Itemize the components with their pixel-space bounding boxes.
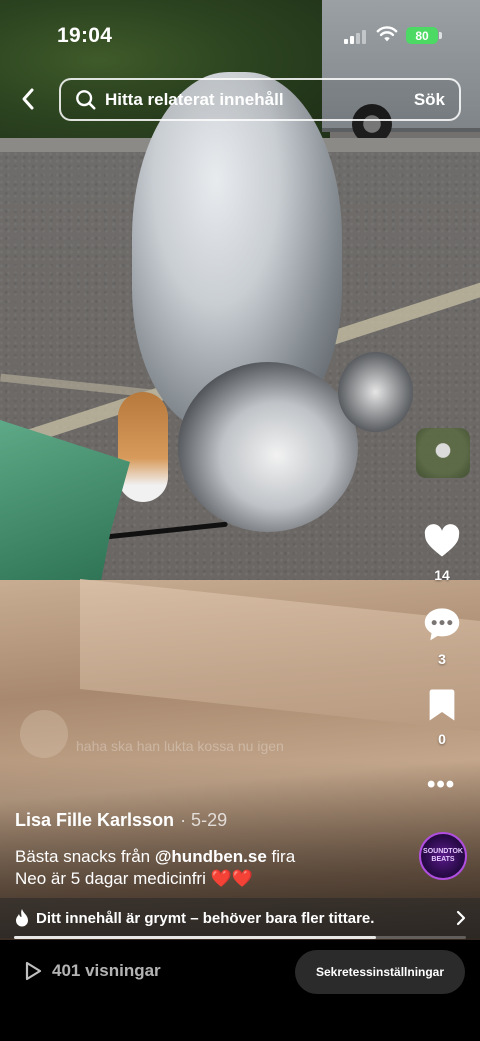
author-name[interactable]: Lisa Fille Karlsson: [15, 810, 174, 830]
floating-comment: haha ska han lukta kossa nu igen: [20, 710, 380, 780]
battery-tip: [439, 32, 442, 39]
dog-subject: [118, 72, 418, 542]
caption-text-end: fira: [266, 847, 296, 866]
battery-icon: 80: [406, 27, 438, 44]
search-bar[interactable]: Hitta relaterat innehåll Sök: [59, 78, 461, 121]
caption-hearts: ❤️❤️: [210, 869, 253, 888]
post-date: · 5-29: [180, 810, 228, 830]
bottom-bar: 401 visningar Sekretessinställningar: [0, 940, 480, 1041]
related-thumbnail[interactable]: [416, 428, 470, 478]
wifi-icon: [376, 26, 398, 42]
status-time: 19:04: [57, 24, 113, 47]
save-count: 0: [438, 731, 446, 747]
privacy-settings-button[interactable]: Sekretessinställningar: [295, 950, 465, 994]
views-count: 401 visningar: [52, 961, 161, 980]
floating-comment-text: haha ska han lukta kossa nu igen: [76, 738, 284, 754]
like-button[interactable]: 14: [412, 524, 472, 583]
promote-text: Ditt innehåll är grymt – behöver bara fl…: [36, 909, 375, 927]
signal-icon: [344, 28, 366, 44]
back-arrow-icon: [22, 88, 34, 110]
post-caption: Bästa snacks från @hundben.se fira Neo ä…: [15, 846, 405, 890]
playback-progress-fill: [14, 936, 376, 939]
dog-leg: [118, 392, 168, 502]
dog-head: [178, 362, 358, 532]
music-disc[interactable]: SOUNDTOK BEATS: [419, 832, 467, 880]
comment-avatar: [20, 710, 68, 758]
comment-icon: [424, 608, 460, 641]
back-button[interactable]: [14, 84, 42, 114]
chevron-right-icon: [456, 910, 466, 926]
playback-progress[interactable]: [14, 936, 466, 939]
search-icon: [76, 89, 96, 110]
caption-line-2: Neo är 5 dagar medicinfri: [15, 869, 211, 888]
battery-level: 80: [415, 28, 429, 43]
like-count: 14: [434, 567, 450, 583]
play-icon: [25, 961, 42, 981]
comment-count: 3: [438, 651, 446, 667]
caption-text: Bästa snacks från: [15, 847, 155, 866]
comment-button[interactable]: 3: [412, 606, 472, 667]
search-input[interactable]: Hitta relaterat innehåll: [105, 90, 414, 110]
music-label-1: SOUNDTOK: [423, 848, 463, 855]
heart-icon: [424, 524, 460, 557]
dog-ear: [338, 352, 413, 432]
bookmark-icon: [429, 689, 455, 721]
caption-mention[interactable]: @hundben.se: [155, 847, 267, 866]
more-options-button[interactable]: •••: [427, 773, 455, 797]
search-button[interactable]: Sök: [414, 90, 445, 110]
save-button[interactable]: 0: [412, 688, 472, 747]
video-frame[interactable]: [0, 0, 480, 940]
promote-banner[interactable]: Ditt innehåll är grymt – behöver bara fl…: [0, 898, 480, 938]
post-author[interactable]: Lisa Fille Karlsson · 5-29: [15, 810, 227, 831]
music-label-2: BEATS: [431, 856, 455, 863]
views-stat[interactable]: 401 visningar: [22, 960, 161, 982]
status-bar: 19:04 80: [0, 0, 480, 70]
fire-icon: [16, 909, 28, 927]
more-icon: •••: [427, 771, 456, 798]
